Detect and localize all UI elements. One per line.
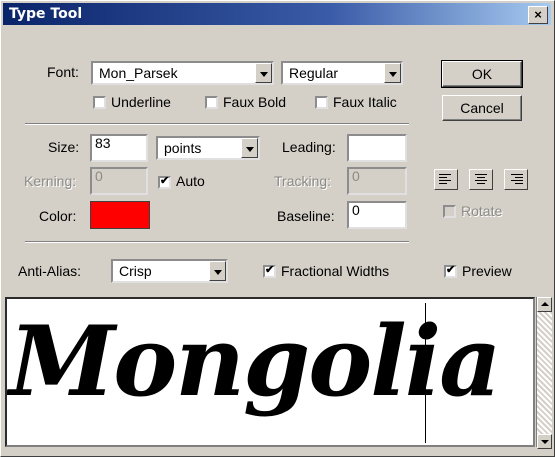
align-left-icon[interactable] bbox=[434, 169, 458, 190]
faux-italic-label: Faux Italic bbox=[333, 94, 397, 110]
fractional-widths-checkbox[interactable] bbox=[263, 263, 276, 278]
font-style-value: Regular bbox=[289, 65, 339, 81]
ok-button[interactable]: OK bbox=[441, 60, 523, 88]
chevron-down-icon[interactable] bbox=[241, 138, 258, 158]
kerning-auto-label: Auto bbox=[176, 173, 205, 189]
underline-checkbox[interactable] bbox=[93, 96, 106, 109]
leading-input[interactable] bbox=[347, 134, 407, 162]
tracking-label: Tracking: bbox=[274, 173, 332, 189]
dialog-title: Type Tool bbox=[9, 6, 83, 22]
preview-label: Preview bbox=[462, 263, 512, 279]
kerning-input: 0 bbox=[90, 167, 148, 195]
anti-alias-value: Crisp bbox=[119, 263, 152, 279]
underline-label: Underline bbox=[111, 94, 171, 110]
preview-checkbox[interactable] bbox=[444, 263, 457, 278]
font-label: Font: bbox=[47, 64, 79, 80]
size-input[interactable]: 83 bbox=[90, 134, 148, 162]
font-family-value: Mon_Parsek bbox=[99, 65, 178, 81]
anti-alias-label: Anti-Alias: bbox=[18, 263, 82, 279]
chevron-down-icon[interactable] bbox=[255, 63, 272, 83]
text-caret bbox=[425, 303, 426, 443]
font-style-select[interactable]: Regular bbox=[281, 61, 403, 85]
color-label: Color: bbox=[39, 208, 77, 224]
rotate-checkbox bbox=[443, 205, 456, 218]
anti-alias-select[interactable]: Crisp bbox=[111, 259, 228, 283]
kerning-auto-checkbox[interactable] bbox=[158, 174, 171, 189]
align-center-icon[interactable] bbox=[469, 169, 493, 190]
leading-label: Leading: bbox=[282, 139, 336, 155]
text-entry-area[interactable]: Mongolia bbox=[5, 297, 535, 447]
color-swatch[interactable] bbox=[90, 201, 150, 229]
vertical-scrollbar[interactable] bbox=[536, 297, 552, 449]
tracking-input: 0 bbox=[347, 167, 407, 195]
size-label: Size: bbox=[48, 139, 80, 155]
size-unit-value: points bbox=[164, 140, 202, 156]
chevron-down-icon[interactable] bbox=[384, 63, 401, 83]
faux-bold-label: Faux Bold bbox=[223, 94, 287, 110]
scroll-down-icon[interactable] bbox=[537, 434, 552, 449]
baseline-input[interactable]: 0 bbox=[347, 201, 407, 229]
baseline-label: Baseline: bbox=[277, 208, 335, 224]
close-button[interactable]: × bbox=[528, 6, 548, 24]
cancel-button[interactable]: Cancel bbox=[442, 95, 522, 121]
separator bbox=[25, 123, 409, 125]
size-unit-select[interactable]: points bbox=[156, 136, 260, 160]
font-family-select[interactable]: Mon_Parsek bbox=[91, 61, 274, 85]
fractional-widths-label: Fractional Widths bbox=[281, 263, 390, 279]
title-bar[interactable]: Type Tool × bbox=[3, 3, 551, 25]
type-tool-dialog: Type Tool × Font: Mon_Parsek Regular OK … bbox=[0, 0, 555, 457]
separator bbox=[25, 241, 409, 243]
faux-italic-checkbox[interactable] bbox=[315, 96, 328, 109]
chevron-down-icon[interactable] bbox=[209, 261, 226, 281]
kerning-label: Kerning: bbox=[24, 173, 77, 189]
scroll-up-icon[interactable] bbox=[537, 297, 552, 312]
faux-bold-checkbox[interactable] bbox=[205, 96, 218, 109]
align-right-icon[interactable] bbox=[504, 169, 528, 190]
rotate-label: Rotate bbox=[461, 203, 503, 219]
